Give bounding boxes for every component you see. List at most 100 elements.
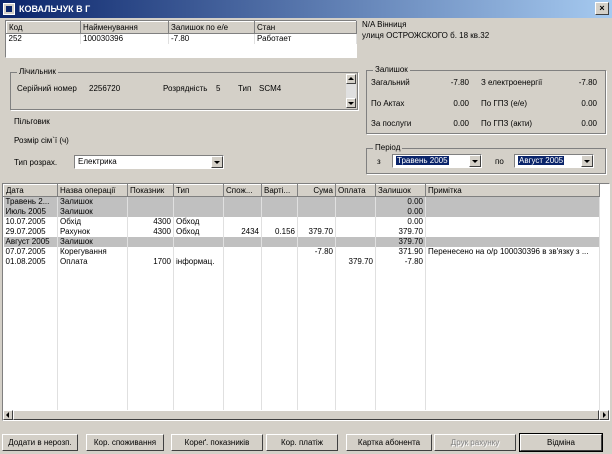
cell-state: Работает	[254, 33, 357, 44]
empty-row	[3, 336, 600, 347]
scroll-up-icon[interactable]	[346, 74, 356, 84]
column-header[interactable]: Найменування	[80, 21, 169, 34]
empty-cell	[223, 336, 262, 347]
scroll-down-icon[interactable]	[346, 98, 356, 108]
balance-group: Залишок Загальний -7.80 З електроенергії…	[366, 65, 606, 134]
column-header[interactable]: Залишок по е/е	[168, 21, 255, 34]
empty-cell	[3, 306, 58, 317]
balance-gpz-ee-label: По ГПЗ (е/е)	[481, 99, 528, 108]
table-cell	[297, 216, 336, 227]
column-header[interactable]: Спож...	[223, 184, 262, 197]
table-cell	[173, 206, 224, 217]
empty-cell	[335, 276, 376, 287]
empty-cell	[297, 286, 336, 297]
empty-cell	[127, 286, 174, 297]
empty-cell	[173, 296, 224, 307]
account-grid[interactable]: Код Найменування Залишок по е/е Стан 252…	[5, 20, 357, 58]
add-unknown-button[interactable]: Додати в нерозп.	[2, 434, 78, 451]
table-row[interactable]: Июль 2005 Залишок 0.00	[3, 206, 600, 217]
balance-acts-value: 0.00	[453, 99, 469, 108]
chevron-down-icon[interactable]	[211, 156, 223, 168]
correct-consumption-button[interactable]: Кор. споживання	[86, 434, 164, 451]
column-header[interactable]: Тип	[173, 184, 224, 197]
scroll-left-icon[interactable]	[3, 410, 13, 420]
table-cell: Рахунок	[57, 226, 128, 237]
empty-cell	[127, 266, 174, 277]
empty-cell	[223, 386, 262, 397]
table-cell: 379.70	[375, 226, 426, 237]
empty-cell	[375, 326, 426, 337]
benefits-label: Пільговик	[14, 117, 50, 126]
print-invoice-button[interactable]: Друк рахунку	[434, 434, 516, 451]
column-header[interactable]: Примітка	[425, 184, 600, 197]
operations-grid[interactable]: Дата Назва операції Показник Тип Спож...…	[2, 183, 610, 421]
scroll-thumb[interactable]	[13, 410, 599, 420]
empty-cell	[127, 376, 174, 387]
empty-cell	[425, 336, 600, 347]
table-row[interactable]: 07.07.2005 Корегування -7.80 371.90 Перенесе…	[3, 246, 600, 257]
period-to-select[interactable]: Август 2005	[514, 154, 594, 168]
chevron-down-icon[interactable]	[581, 155, 593, 167]
calc-type-select[interactable]: Електрика	[74, 155, 224, 169]
table-cell: Травень 2...	[3, 196, 58, 207]
empty-cell	[173, 276, 224, 287]
column-header[interactable]: Код	[6, 21, 81, 34]
column-header[interactable]: Оплата	[335, 184, 376, 197]
title-bar: КОВАЛЬЧУК В Г	[0, 0, 612, 18]
period-to-label: по	[495, 157, 504, 166]
empty-cell	[173, 366, 224, 377]
subscriber-card-button[interactable]: Картка абонента	[346, 434, 432, 451]
table-row[interactable]: Травень 2... Залишок 0.00	[3, 196, 600, 207]
table-row[interactable]: 29.07.2005 Рахунок 4300 Обход 2434 0.156 379.7…	[3, 226, 600, 237]
balance-gpz-acts-value: 0.00	[581, 119, 597, 128]
empty-cell	[127, 296, 174, 307]
empty-cell	[335, 306, 376, 317]
table-row[interactable]: 01.08.2005 Оплата 1700 інформац. 379.70 -7.80	[3, 256, 600, 267]
empty-cell	[297, 396, 336, 407]
column-header[interactable]: Сума	[297, 184, 336, 197]
meter-scrollbar[interactable]	[346, 74, 356, 108]
column-header[interactable]: Варті...	[261, 184, 298, 197]
app-icon	[3, 3, 15, 15]
column-header[interactable]: Назва операції	[57, 184, 128, 197]
empty-cell	[57, 366, 128, 377]
table-row[interactable]: 252 100030396 -7.80 Работает	[6, 33, 357, 44]
empty-cell	[223, 316, 262, 327]
operations-hscrollbar[interactable]	[3, 410, 609, 420]
meter-group: Лічильник Серійний номер 2256720 Розрядн…	[10, 67, 358, 110]
column-header[interactable]: Дата	[3, 184, 58, 197]
cell-name: 100030396	[80, 33, 169, 44]
window-title: КОВАЛЬЧУК В Г	[19, 4, 91, 14]
table-cell: 07.07.2005	[3, 246, 58, 257]
table-cell	[297, 256, 336, 267]
scroll-right-icon[interactable]	[599, 410, 609, 420]
chevron-down-icon[interactable]	[469, 155, 481, 167]
table-cell: 379.70	[375, 236, 426, 247]
empty-cell	[173, 286, 224, 297]
column-header[interactable]: Стан	[254, 21, 357, 34]
column-header[interactable]: Залишок	[375, 184, 426, 197]
empty-cell	[173, 316, 224, 327]
table-cell	[223, 196, 262, 207]
table-cell	[425, 216, 600, 227]
empty-cell	[335, 366, 376, 377]
close-button[interactable]: ×	[595, 2, 609, 15]
correct-readings-button[interactable]: Кореґ. показників	[171, 434, 263, 451]
empty-cell	[335, 376, 376, 387]
balance-gpz-acts-label: По ГПЗ (акти)	[481, 119, 533, 128]
empty-cell	[261, 316, 298, 327]
empty-cell	[57, 326, 128, 337]
empty-cell	[425, 326, 600, 337]
empty-cell	[223, 296, 262, 307]
cancel-button[interactable]: Відміна	[519, 433, 603, 452]
table-row[interactable]: 10.07.2005 Обхід 4300 Обход 0.00	[3, 216, 600, 227]
empty-cell	[57, 266, 128, 277]
balance-acts-label: По Актах	[371, 99, 405, 108]
table-cell: Корегування	[57, 246, 128, 257]
correct-payment-button[interactable]: Кор. платіж	[266, 434, 338, 451]
period-from-select[interactable]: Травень 2005	[392, 154, 482, 168]
empty-cell	[335, 396, 376, 407]
cell-balance: -7.80	[168, 33, 255, 44]
column-header[interactable]: Показник	[127, 184, 174, 197]
table-row[interactable]: Август 2005 Залишок 379.70	[3, 236, 600, 247]
